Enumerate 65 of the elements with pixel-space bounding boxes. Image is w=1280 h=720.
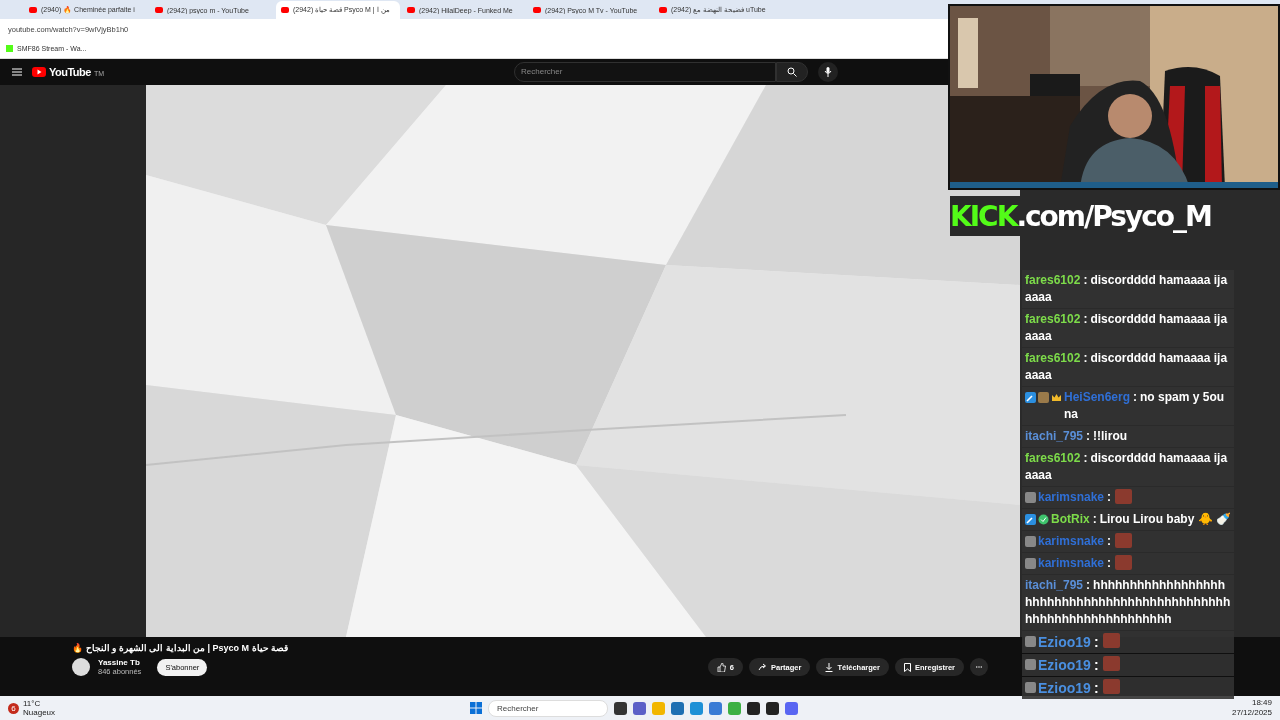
app-icon[interactable] bbox=[614, 701, 627, 715]
badge-icon bbox=[1025, 492, 1036, 503]
video-title: قصة حياة Psyco M | من البداية الى الشهرة و النجاح 🔥 bbox=[72, 643, 289, 654]
download-icon bbox=[825, 662, 834, 672]
search-icon bbox=[787, 66, 798, 77]
emote-icon bbox=[1102, 633, 1120, 648]
chat-message: Ezioo19 : bbox=[1038, 679, 1100, 697]
youtube-icon bbox=[533, 7, 541, 14]
badge-icon bbox=[1025, 682, 1036, 693]
chat-message: karimsnake : bbox=[1038, 555, 1113, 572]
emote-icon bbox=[1115, 533, 1133, 548]
search-button[interactable] bbox=[776, 61, 809, 82]
app-icon[interactable] bbox=[766, 701, 779, 715]
youtube-icon bbox=[155, 7, 163, 14]
badge-icon bbox=[1038, 392, 1049, 403]
youtube-icon bbox=[29, 7, 37, 14]
bookmark-icon bbox=[903, 662, 911, 672]
kick-icon bbox=[6, 45, 13, 53]
microphone-icon bbox=[824, 66, 833, 77]
badge-icon bbox=[1025, 636, 1036, 647]
chat-message: fares6102 : discordddd hamaaaa ijaaaaa bbox=[1025, 311, 1229, 345]
youtube-icon bbox=[281, 7, 289, 14]
chat-message: BotRix : Lirou Lirou baby 🐥 🍼 bbox=[1051, 511, 1231, 528]
emote-icon bbox=[1115, 489, 1133, 504]
thumbs-up-icon bbox=[716, 662, 726, 672]
emote-icon bbox=[1102, 656, 1120, 671]
more-button[interactable] bbox=[970, 658, 988, 677]
clock-date: 27/12/2025 bbox=[1231, 708, 1272, 718]
chat-message: fares6102 : discordddd hamaaaa ijaaaaa bbox=[1025, 272, 1229, 306]
windows-icon[interactable] bbox=[470, 702, 482, 714]
youtube-icon bbox=[407, 7, 415, 14]
microphone-button[interactable] bbox=[818, 61, 839, 82]
check-icon bbox=[1038, 514, 1049, 525]
youtube-icon bbox=[659, 7, 667, 14]
chat-message: Ezioo19 : bbox=[1038, 633, 1100, 651]
more-icon bbox=[976, 666, 982, 669]
chat-message: Ezioo19 : bbox=[1038, 656, 1100, 674]
crown-icon bbox=[1051, 392, 1062, 403]
badge-icon bbox=[1025, 558, 1036, 569]
youtube-icon[interactable] bbox=[32, 66, 46, 77]
temperature: 11°C bbox=[23, 699, 42, 708]
wrench-icon bbox=[1025, 392, 1036, 403]
youtube-wordmark[interactable]: YouTube bbox=[49, 65, 91, 78]
chat-message: itachi_795 : hhhhhhhhhhhhhhhhhhhhhhhhhhhhhhhhhhhhhhhhhhhhhhhhhhhhhhhhhhhhhhhhhh bbox=[1025, 577, 1231, 628]
weather-condition: Nuageux bbox=[23, 708, 56, 717]
channel-name[interactable]: Yassine Tb bbox=[98, 658, 142, 668]
emote-icon bbox=[1115, 555, 1133, 570]
chat-message: karimsnake : bbox=[1038, 489, 1113, 506]
chat-message: HeiSen6erg : no spam y 5ouna bbox=[1064, 389, 1226, 423]
search-field[interactable]: Rechercher bbox=[514, 61, 777, 82]
badge-icon bbox=[1025, 536, 1036, 547]
wrench-icon bbox=[1025, 514, 1036, 525]
menu-icon[interactable] bbox=[12, 67, 22, 76]
taskbar-search[interactable]: Rechercher bbox=[488, 699, 608, 717]
clock-time: 18:49 bbox=[1251, 698, 1272, 708]
app-icon[interactable] bbox=[747, 701, 760, 715]
notification-badge: 6 bbox=[8, 702, 19, 714]
emote-icon bbox=[1102, 679, 1120, 694]
chat-message: fares6102 : discordddd hamaaaa ijaaaaa bbox=[1025, 450, 1229, 484]
badge-icon bbox=[1025, 659, 1036, 670]
channel-avatar[interactable] bbox=[72, 658, 90, 677]
chat-message: fares6102 : discordddd hamaaaa ijaaaaa bbox=[1025, 350, 1229, 384]
chat-message: karimsnake : bbox=[1038, 533, 1113, 550]
chat-message: itachi_795 : !!lirou bbox=[1025, 428, 1128, 445]
share-icon bbox=[758, 663, 767, 672]
